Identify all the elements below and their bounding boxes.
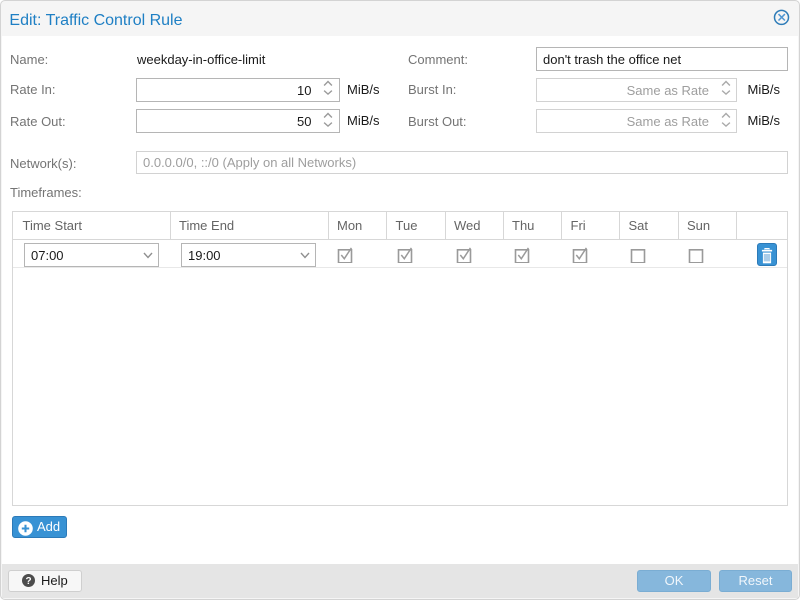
svg-text:?: ? [25, 576, 31, 587]
